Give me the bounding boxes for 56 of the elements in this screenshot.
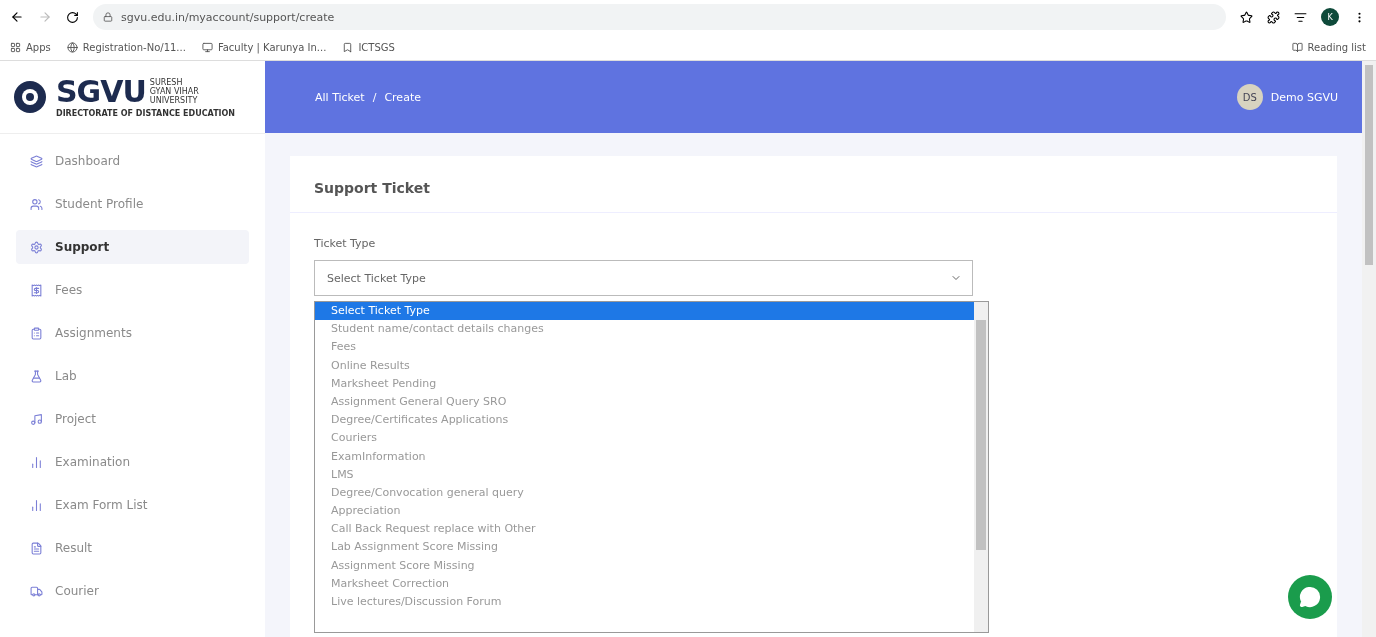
clipboard-icon [30,326,43,340]
sidebar-item[interactable]: Project [16,402,249,436]
user-name[interactable]: Demo SGVU [1270,90,1338,104]
breadcrumb-link[interactable]: All Ticket [315,90,365,104]
logo-tagline: SURESH [149,77,184,87]
sidebar-item[interactable]: Support [16,230,249,264]
sidebar-item[interactable]: Dashboard [16,144,249,178]
logo-subtitle: DIRECTORATE OF DISTANCE EDUCATION [56,108,236,118]
bookmark[interactable]: Apps [10,41,51,53]
users-icon [30,197,43,211]
reload-icon[interactable] [66,10,79,24]
ticket-type-select[interactable]: Select Ticket Type [314,260,973,296]
music-note-icon [30,412,43,426]
bar-chart-icon [30,498,43,512]
logo-name: SGVU [56,76,146,107]
bookmark-icon [342,41,354,53]
puzzle-icon[interactable] [1267,10,1280,24]
sidebar-item[interactable]: Assignments [16,316,249,350]
breadcrumb-current: Create [384,90,421,104]
sidebar-item[interactable]: Lab [16,359,249,393]
card-title: Support Ticket [290,156,1337,213]
page-scrollbar[interactable] [1362,61,1376,637]
sidebar-item[interactable]: Courier [16,574,249,608]
document-icon [30,541,43,555]
truck-icon [30,584,43,598]
sidebar-item[interactable]: Fees [16,273,249,307]
bookmark[interactable]: ICTSGS [342,41,395,53]
user-avatar[interactable]: DS [1236,84,1263,110]
logo-tagline: GYAN VIHAR [149,86,199,96]
field-label: Ticket Type [314,237,377,250]
monitor-icon [201,41,213,53]
back-icon[interactable] [10,10,24,24]
star-icon[interactable] [1240,10,1253,24]
profile-avatar[interactable]: K [1321,8,1339,26]
sidebar-item[interactable]: Examination [16,445,249,479]
bookmark[interactable]: Faculty | Karunya In... [201,41,327,53]
bar-chart-icon [30,455,43,469]
layers-icon [30,154,43,168]
grid-icon [10,41,21,53]
address-bar[interactable]: sgvu.edu.in/myaccount/support/create [93,4,1226,30]
sidebar-item[interactable]: Exam Form List [16,488,249,522]
breadcrumb-separator: / [372,90,377,104]
lock-icon [103,12,113,22]
sidebar-item[interactable]: Student Profile [16,187,249,221]
chat-icon [1299,586,1321,608]
flask-icon [30,369,43,383]
dropdown-option[interactable]: Select Ticket Type [315,302,974,321]
reading-list[interactable]: Reading list [1291,41,1366,53]
book-icon [1291,41,1303,53]
bookmark[interactable]: Registration-No/11... [66,41,186,53]
logo-tagline: UNIVERSITY [149,96,199,106]
sidebar-item[interactable]: Result [16,531,249,565]
receipt-icon [30,283,43,297]
scrollbar[interactable] [974,302,988,632]
gear-icon [30,240,43,254]
globe-icon [66,41,78,53]
